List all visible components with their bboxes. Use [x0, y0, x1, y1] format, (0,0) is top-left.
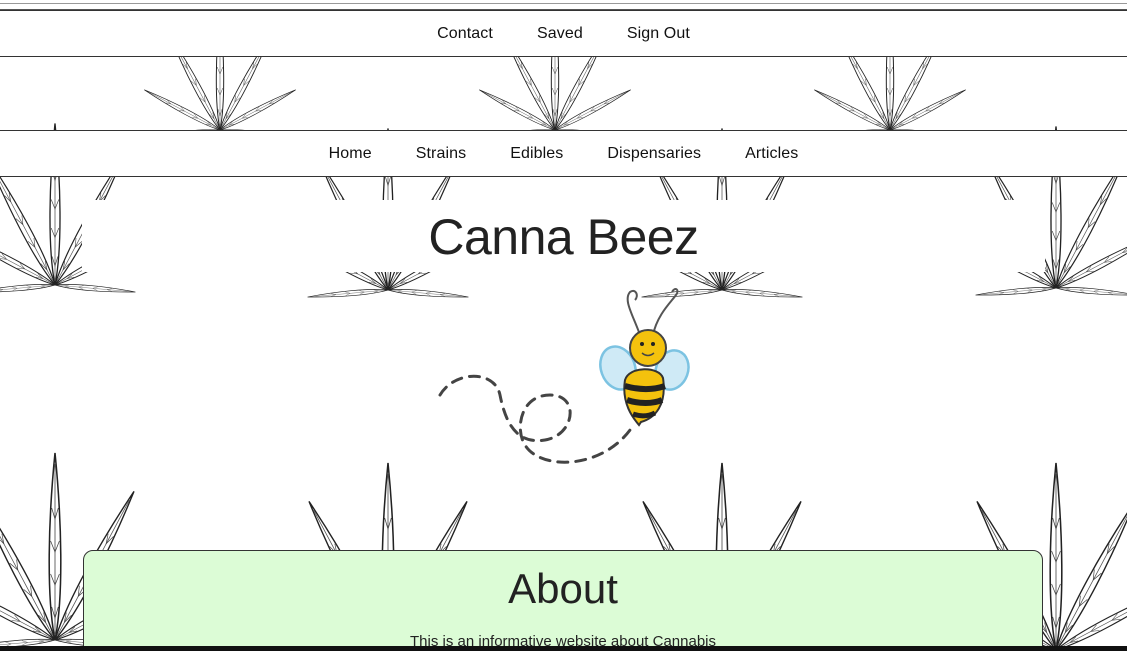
- nav-link-edibles[interactable]: Edibles: [510, 145, 563, 163]
- about-heading: About: [508, 565, 618, 612]
- top-strip: [0, 0, 1127, 10]
- account-nav: Contact Saved Sign Out: [0, 10, 1127, 57]
- main-nav: Home Strains Edibles Dispensaries Articl…: [0, 130, 1127, 177]
- about-section: About This is an informative website abo…: [83, 550, 1043, 651]
- nav-link-contact[interactable]: Contact: [437, 25, 493, 43]
- nav-link-sign-out[interactable]: Sign Out: [627, 25, 690, 43]
- nav-link-strains[interactable]: Strains: [416, 145, 467, 163]
- site-title: Canna Beez: [428, 209, 699, 265]
- nav-link-dispensaries[interactable]: Dispensaries: [607, 145, 701, 163]
- window-bottom-edge: [0, 646, 1127, 651]
- nav-link-home[interactable]: Home: [329, 145, 372, 163]
- top-strip-divider: [0, 3, 1127, 4]
- nav-link-articles[interactable]: Articles: [745, 145, 798, 163]
- nav-link-saved[interactable]: Saved: [537, 25, 583, 43]
